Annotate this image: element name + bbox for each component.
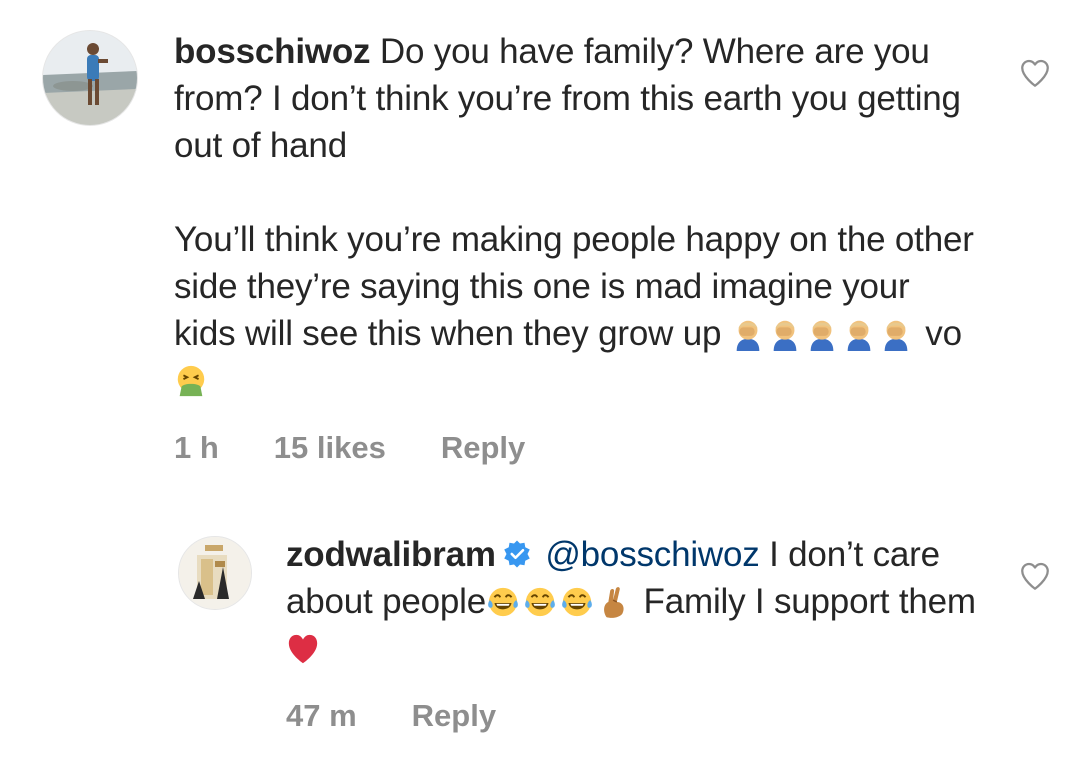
user-avatar-photo [43,31,137,125]
face-with-tears-of-joy-emoji [560,585,594,619]
comment-text: zodwalibram @bosschiwoz I don’t care abo… [286,531,1018,672]
man-facepalming-emoji [768,317,802,351]
comment-tail: vo [925,314,962,353]
mention-link[interactable]: @bosschiwoz [545,535,759,574]
comment-bosschiwoz: bosschiwoz Do you have family? Where are… [42,30,1052,466]
crossed-fingers-emoji [597,585,631,619]
heart-outline-icon[interactable] [1018,56,1052,90]
avatar[interactable] [42,30,138,126]
comment-body-continued: Family I support them [643,582,977,621]
heart-outline-icon[interactable] [1018,559,1052,593]
verified-badge-icon [502,539,532,569]
username-link[interactable]: bosschiwoz [174,32,371,71]
man-facepalming-emoji [731,317,765,351]
reply-button[interactable]: Reply [441,430,525,466]
comment-meta: 1 h 15 likes Reply [174,430,1018,466]
face-vomiting-emoji [174,364,208,398]
man-facepalming-emoji [879,317,913,351]
timestamp: 1 h [174,430,219,465]
username-link[interactable]: zodwalibram [286,535,496,574]
reply-button[interactable]: Reply [412,698,496,734]
product-avatar-image [179,537,251,609]
avatar[interactable] [178,536,252,610]
comment-text: bosschiwoz Do you have family? Where are… [174,28,1018,404]
red-heart-emoji [286,632,320,666]
face-with-tears-of-joy-emoji [523,585,557,619]
timestamp: 47 m [286,698,357,733]
face-with-tears-of-joy-emoji [486,585,520,619]
man-facepalming-emoji [842,317,876,351]
comment-meta: 47 m Reply [286,698,1018,734]
man-facepalming-emoji [805,317,839,351]
likes-count[interactable]: 15 likes [274,430,386,466]
comment-zodwalibram: zodwalibram @bosschiwoz I don’t care abo… [178,533,1052,734]
